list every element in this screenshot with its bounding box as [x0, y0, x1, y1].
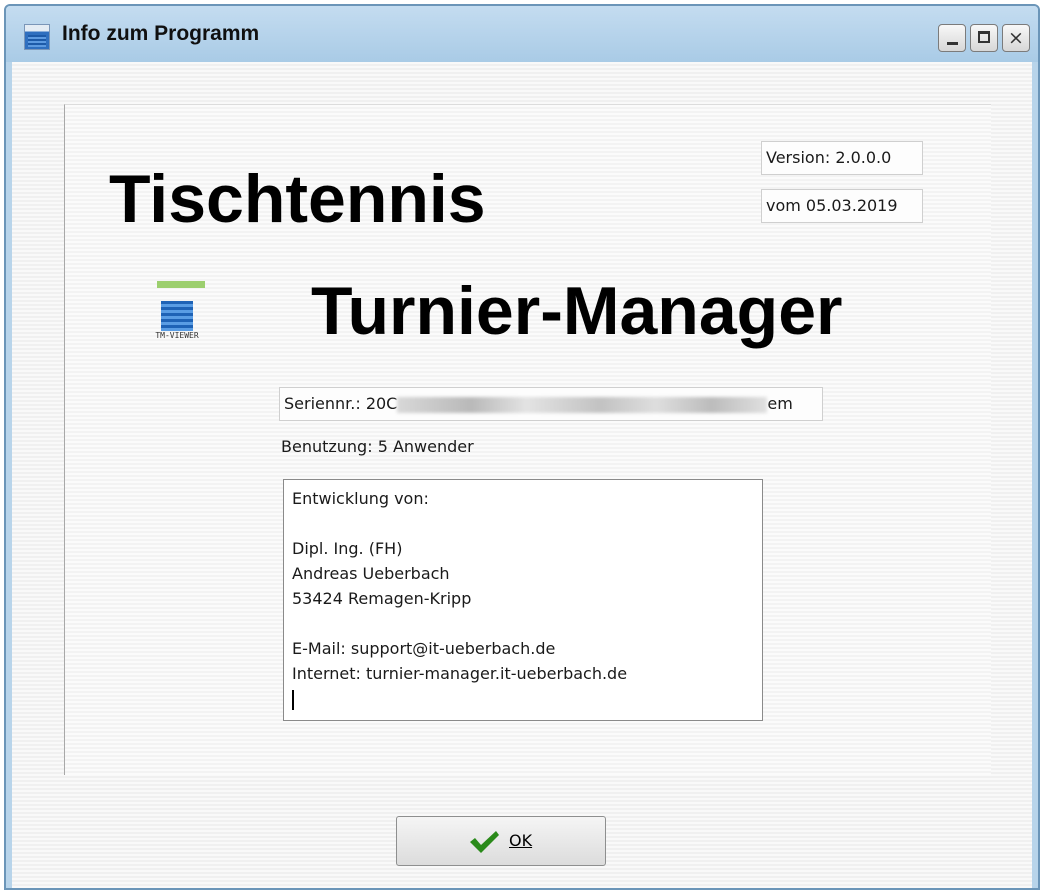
- serial-redacted-blur: [397, 396, 768, 413]
- version-label: Version: 2.0.0.0: [761, 141, 923, 175]
- serial-number-field: Seriennr.: 20C em: [279, 387, 823, 421]
- usage-label: Benutzung: 5 Anwender: [281, 437, 474, 456]
- credits-line: 53424 Remagen-Kripp: [292, 589, 472, 608]
- credits-line: Dipl. Ing. (FH): [292, 539, 403, 558]
- credits-line: Internet: turnier-manager.it-ueberbach.d…: [292, 664, 628, 683]
- title-bar[interactable]: Info zum Programm ×: [6, 6, 1038, 62]
- product-title-line1: Tischtennis: [109, 161, 486, 237]
- credits-line: [292, 611, 754, 636]
- close-button[interactable]: ×: [1002, 24, 1030, 52]
- text-caret-line: [292, 686, 754, 711]
- text-caret: [292, 689, 294, 710]
- logo-table-graphic: [161, 301, 193, 331]
- minimize-button[interactable]: [938, 24, 966, 52]
- minimize-icon: [947, 42, 958, 45]
- close-icon: ×: [1008, 27, 1024, 49]
- window-title: Info zum Programm: [62, 22, 260, 45]
- app-icon: [24, 24, 50, 50]
- ok-button[interactable]: OK: [396, 816, 606, 866]
- logo-caption: TM-VIEWER: [155, 331, 199, 340]
- credits-line: Entwicklung von:: [292, 489, 429, 508]
- info-panel: Version: 2.0.0.0 vom 05.03.2019 Tischten…: [64, 104, 991, 775]
- credits-textbox[interactable]: Entwicklung von: Dipl. Ing. (FH) Andreas…: [283, 479, 763, 721]
- serial-prefix: Seriennr.: 20C: [284, 394, 398, 413]
- serial-suffix: em: [767, 394, 793, 413]
- maximize-icon: [978, 31, 990, 43]
- logo-header-bar: [157, 281, 205, 288]
- about-dialog-window: Info zum Programm × Version: 2.0.0.0 vom…: [4, 4, 1040, 890]
- release-date-label: vom 05.03.2019: [761, 189, 923, 223]
- ok-button-label: OK: [509, 831, 533, 850]
- tm-viewer-logo: TM-VIEWER: [149, 281, 205, 345]
- maximize-button[interactable]: [970, 24, 998, 52]
- credits-line: Andreas Ueberbach: [292, 564, 450, 583]
- dialog-client-area: Version: 2.0.0.0 vom 05.03.2019 Tischten…: [12, 62, 1032, 888]
- credits-line: [292, 511, 754, 536]
- checkmark-icon: [470, 831, 499, 853]
- credits-line: E-Mail: support@it-ueberbach.de: [292, 639, 556, 658]
- product-title-line2: Turnier-Manager: [311, 273, 843, 349]
